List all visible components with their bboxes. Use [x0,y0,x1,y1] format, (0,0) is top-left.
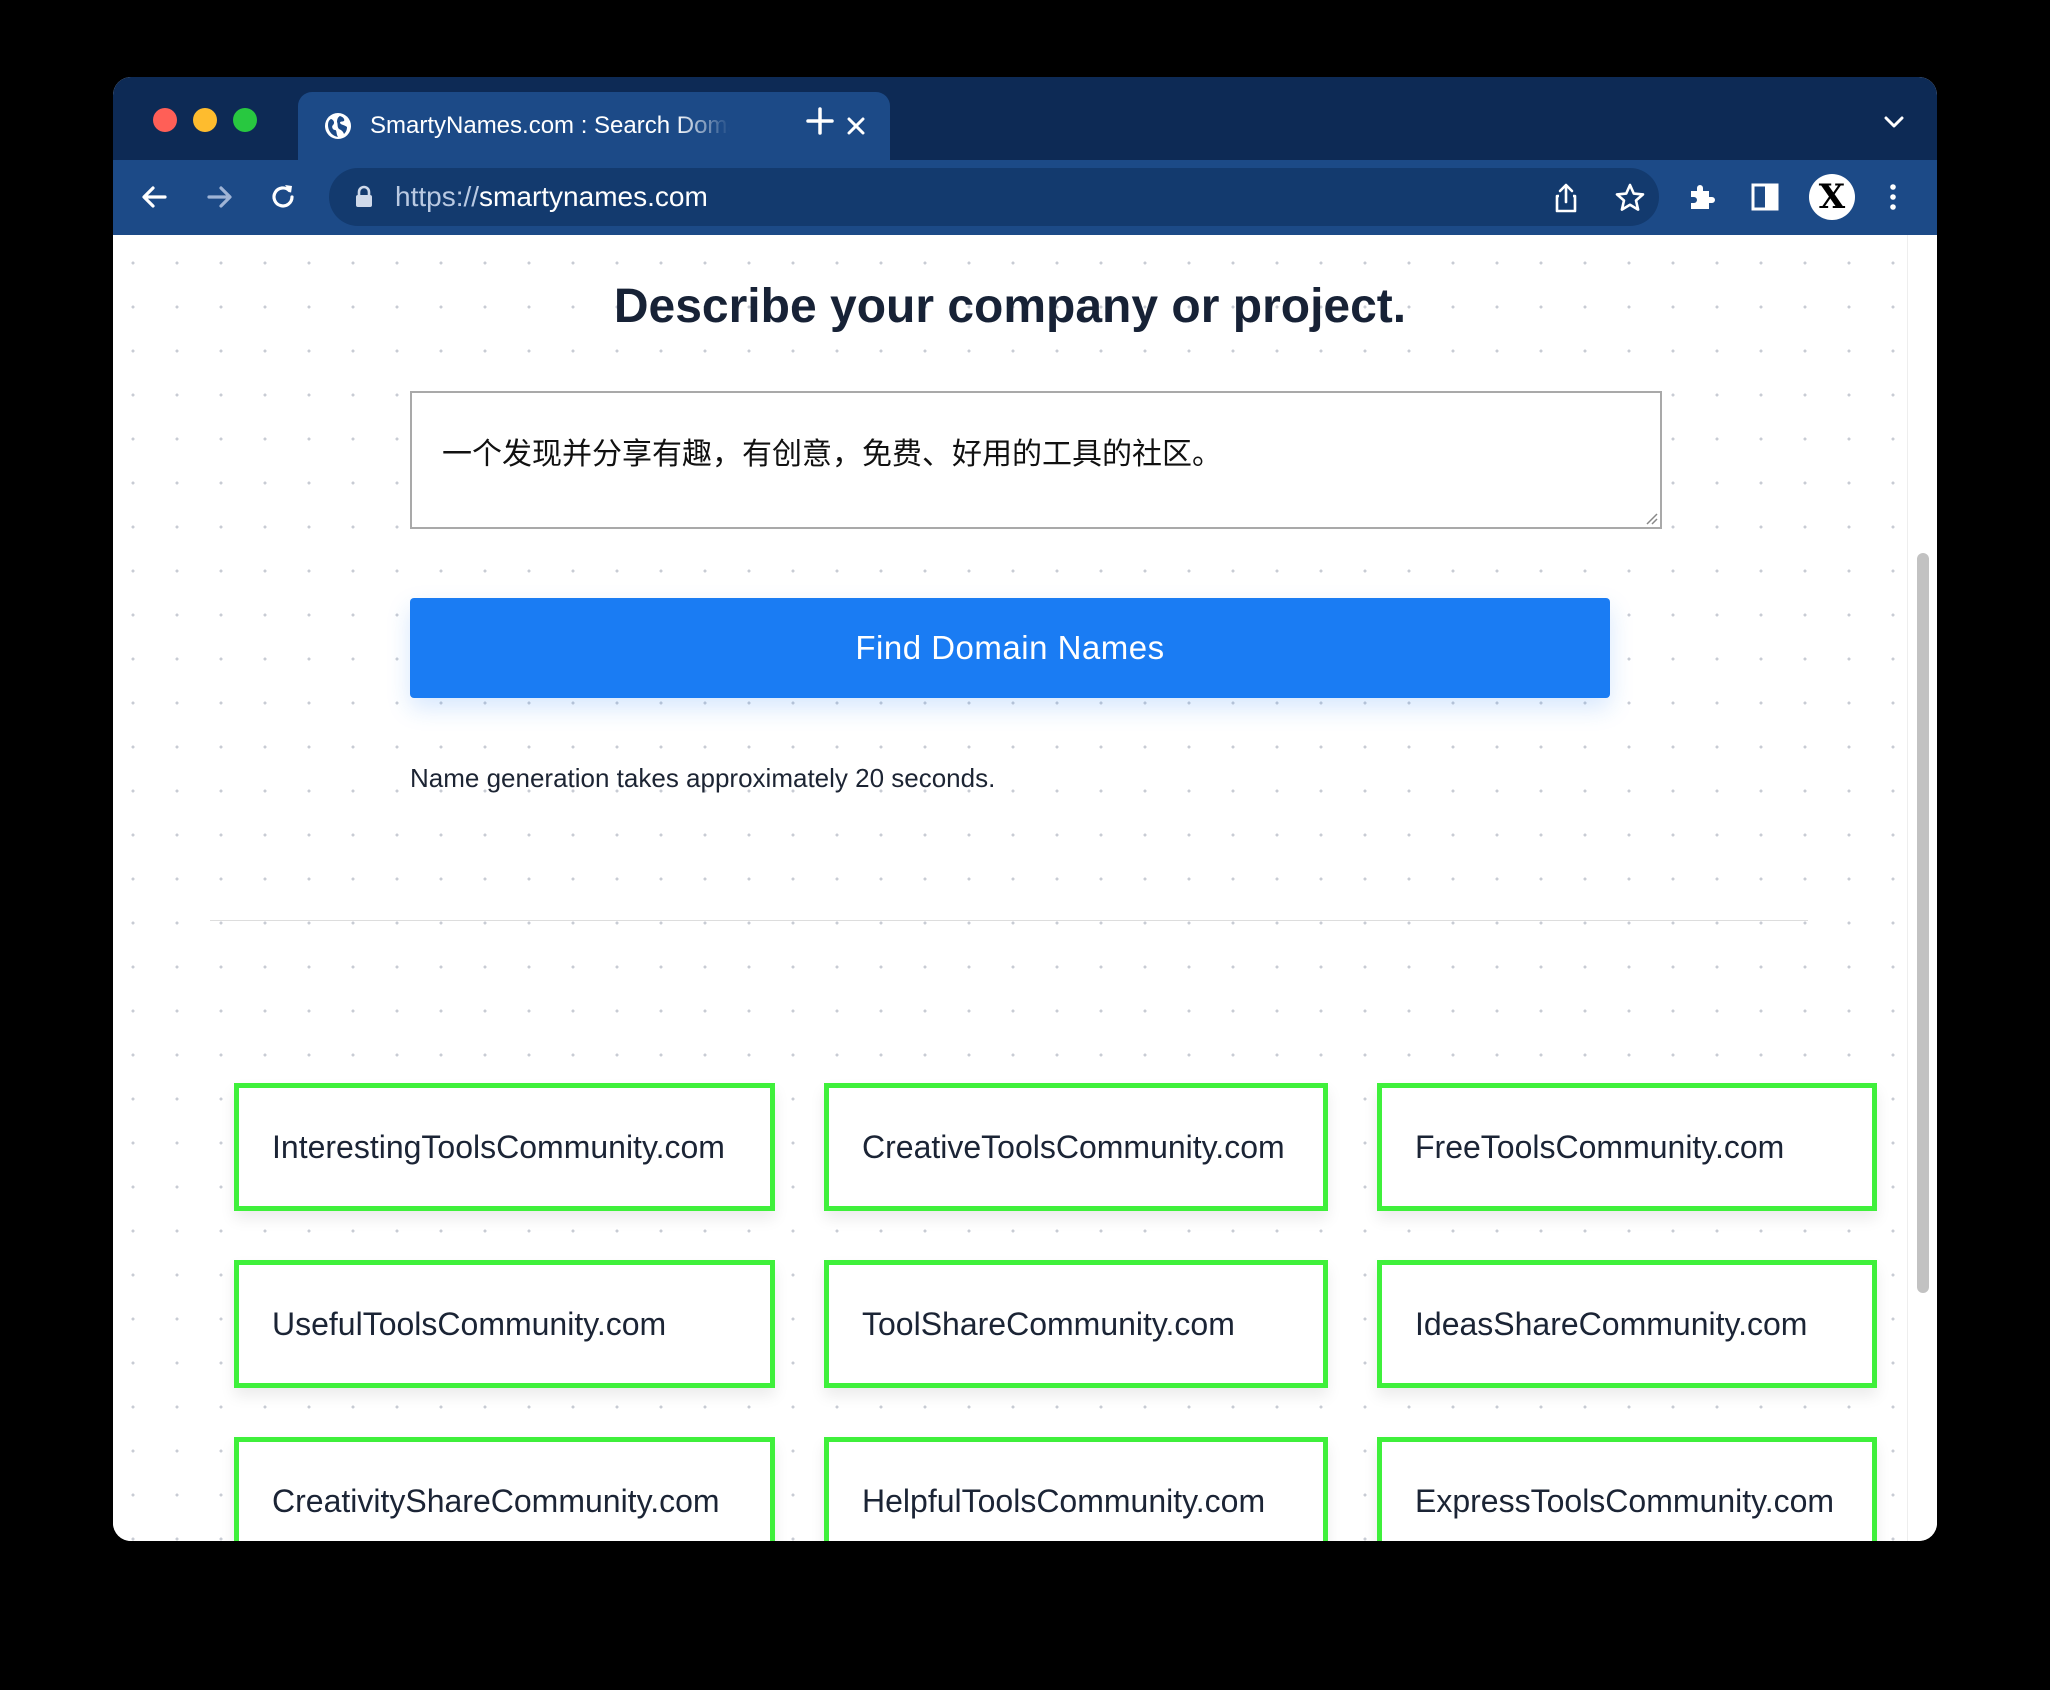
forward-arrow-icon[interactable] [201,179,237,215]
share-icon[interactable] [1549,181,1583,215]
more-menu-icon[interactable] [1875,179,1911,215]
close-window-button[interactable] [153,108,177,132]
minimize-window-button[interactable] [193,108,217,132]
close-tab-icon[interactable] [842,112,870,140]
domain-name[interactable]: CreativeToolsCommunity.com [862,1088,1285,1206]
scrollbar-thumb[interactable] [1917,553,1929,1293]
domain-name[interactable]: ExpressToolsCommunity.com [1415,1442,1834,1541]
new-tab-icon[interactable] [803,104,837,138]
page-content: Describe your company or project. 一个发现并分… [113,235,1907,1541]
url-host: smartynames.com [479,181,708,212]
url-text[interactable]: https://smartynames.com [395,179,708,215]
domain-name[interactable]: CreativityShareCommunity.com [272,1442,720,1541]
domain-name[interactable]: InterestingToolsCommunity.com [272,1088,725,1206]
domain-name[interactable]: HelpfulToolsCommunity.com [862,1442,1265,1541]
domain-name[interactable]: IdeasShareCommunity.com [1415,1265,1807,1383]
scrollbar[interactable] [1907,235,1937,1541]
resize-grip-icon[interactable] [1644,511,1658,525]
domain-name[interactable]: ToolShareCommunity.com [862,1265,1235,1383]
browser-toolbar: https://smartynames.com X [113,160,1937,235]
domain-result-card[interactable]: CreativeToolsCommunity.com [824,1083,1328,1211]
domain-result-card[interactable]: CreativityShareCommunity.com [234,1437,775,1541]
description-value[interactable]: 一个发现并分享有趣，有创意，免费、好用的工具的社区。 [442,435,1222,475]
tab-strip: SmartyNames.com : Search Domain Names [113,77,1937,160]
lock-icon[interactable] [353,185,375,209]
side-panel-icon[interactable] [1747,179,1783,215]
browser-window: SmartyNames.com : Search Domain Names [113,77,1937,1541]
domain-name[interactable]: FreeToolsCommunity.com [1415,1088,1784,1206]
star-icon[interactable] [1613,181,1647,215]
find-domain-names-button[interactable]: Find Domain Names [410,598,1610,698]
address-bar[interactable]: https://smartynames.com [329,168,1659,226]
domain-result-card[interactable]: ToolShareCommunity.com [824,1260,1328,1388]
profile-avatar[interactable]: X [1809,174,1855,220]
chevron-down-icon[interactable] [1881,109,1907,135]
active-tab[interactable]: SmartyNames.com : Search Domain Names [298,92,890,160]
tab-title: SmartyNames.com : Search Domain Names [370,112,730,139]
domain-result-card[interactable]: ExpressToolsCommunity.com [1377,1437,1877,1541]
maximize-window-button[interactable] [233,108,257,132]
domain-result-card[interactable]: HelpfulToolsCommunity.com [824,1437,1328,1541]
generation-time-note: Name generation takes approximately 20 s… [410,763,996,793]
domain-result-card[interactable]: IdeasShareCommunity.com [1377,1260,1877,1388]
domain-result-card[interactable]: UsefulToolsCommunity.com [234,1260,775,1388]
domain-result-card[interactable]: InterestingToolsCommunity.com [234,1083,775,1211]
back-arrow-icon[interactable] [137,179,173,215]
globe-icon [325,113,351,139]
section-divider [210,920,1808,921]
url-scheme: https:// [395,181,480,212]
description-textarea[interactable]: 一个发现并分享有趣，有创意，免费、好用的工具的社区。 [410,391,1662,529]
extensions-puzzle-icon[interactable] [1683,179,1719,215]
reload-icon[interactable] [265,179,301,215]
page-title: Describe your company or project. [613,280,1407,333]
domain-result-card[interactable]: FreeToolsCommunity.com [1377,1083,1877,1211]
domain-name[interactable]: UsefulToolsCommunity.com [272,1265,666,1383]
